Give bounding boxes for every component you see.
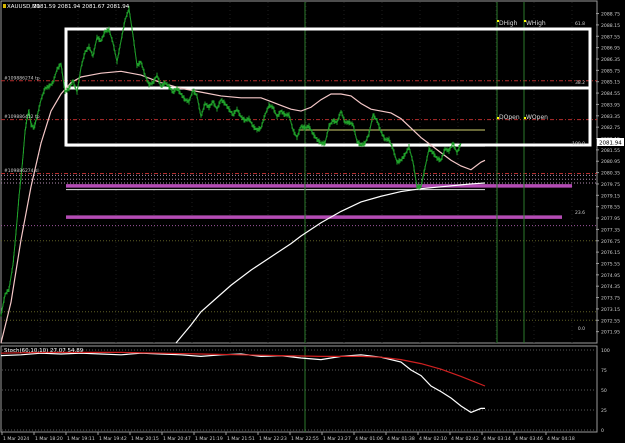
price-tick-label: 2074.35: [601, 284, 620, 290]
time-axis: 1 Mar 2024 1 Mar 18:20 1 Mar 19:11 1 Mar 19…: [1, 432, 575, 442]
time-label: 1 Mar 21:19: [195, 436, 223, 442]
price-tick-label: 2086.35: [601, 57, 620, 63]
price-tick-label: 2083.95: [601, 102, 620, 108]
price-tick-label: 2079.15: [601, 193, 620, 199]
price-tick-label: 2085.75: [601, 68, 620, 74]
price-tick-label: 2071.95: [601, 330, 620, 336]
time-label: 1 Mar 22:23: [259, 436, 287, 442]
indicator-level-label: 25: [601, 408, 607, 414]
price-tick-label: 2088.75: [601, 12, 620, 18]
indicator-level-label: 75: [601, 368, 607, 374]
price-tick-label: 2073.75: [601, 296, 620, 302]
marker-dhigh: DHigh: [499, 20, 518, 27]
time-label: 1 Mar 20:15: [131, 436, 159, 442]
chart-frame: [0, 0, 598, 344]
price-tick-label: 2074.95: [601, 273, 620, 279]
marker-dopen: DOpen: [499, 114, 520, 121]
time-label: 4 Mar 01:06: [355, 436, 383, 442]
price-tick-label: 2077.35: [601, 227, 620, 233]
time-label: 1 Mar 23:27: [323, 436, 351, 442]
marker-wopen-dot: [524, 117, 526, 119]
price-tick-label: 2080.95: [601, 159, 620, 165]
time-label: 1 Mar 21:51: [227, 436, 255, 442]
price-tick-label: 2085.15: [601, 80, 620, 86]
time-label: 4 Mar 01:38: [387, 436, 415, 442]
time-label: 1 Mar 22:55: [291, 436, 319, 442]
level-label: #109886412 tp: [4, 114, 40, 120]
fib-label: 23.6: [575, 210, 585, 216]
indicator-header: Stoch(60,10,10) 27.07 54.89: [4, 348, 84, 354]
time-label: 4 Mar 02:42: [451, 436, 479, 442]
price-tick-label: 2076.75: [601, 239, 620, 245]
marker-whigh: WHigh: [526, 20, 546, 27]
time-label: 1 Mar 19:42: [99, 436, 127, 442]
indicator-axis: 100 75 50 25 0: [601, 348, 610, 434]
price-tick-label: 2082.75: [601, 125, 620, 131]
time-label: 1 Mar 19:11: [67, 436, 95, 442]
price-tick-label: 2088.15: [601, 23, 620, 29]
indicator-level-label: 100: [601, 348, 610, 354]
indicator-level-label: 0: [601, 428, 604, 434]
level-label: #109886274 tp: [4, 75, 40, 81]
price-tick-label: 2077.95: [601, 216, 620, 222]
header-marker: [3, 4, 6, 8]
price-tick-label: 2079.75: [601, 182, 620, 188]
chart-canvas: 2088.75 2088.15 2087.55 2086.95 2086.35 2085.…: [0, 0, 624, 442]
price-tick-label: 2087.55: [601, 34, 620, 40]
marker-whigh-dot: [524, 20, 526, 22]
fib-label: 0.0: [578, 326, 585, 332]
price-axis: 2088.75 2088.15 2087.55 2086.95 2086.35 2085.…: [596, 12, 620, 336]
time-label: 1 Mar 20:47: [163, 436, 191, 442]
price-tick-label: 2073.15: [601, 307, 620, 313]
time-label: 4 Mar 04:18: [547, 436, 575, 442]
price-tick-label: 2076.15: [601, 250, 620, 256]
price-tick-label: 2078.55: [601, 205, 620, 211]
price-tick-label: 2084.55: [601, 91, 620, 97]
ohlc-header: 2081.59 2081.94 2081.67 2081.94: [33, 4, 130, 10]
price-tick-label: 2072.55: [601, 318, 620, 324]
indicator-frame: [0, 345, 598, 433]
time-label: 4 Mar 03:14: [483, 436, 511, 442]
price-tick-label: 2086.95: [601, 46, 620, 52]
time-label: 1 Mar 18:20: [35, 436, 63, 442]
current-price-label: 2081.94: [599, 141, 622, 147]
price-tick-label: 2080.35: [601, 171, 620, 177]
marker-dhigh-dot: [497, 20, 499, 22]
fib-label: 61.8: [575, 21, 585, 27]
fib-label: 100.0: [572, 141, 585, 147]
time-label: 1 Mar 2024: [3, 436, 29, 442]
time-label: 4 Mar 02:10: [419, 436, 447, 442]
fib-label: 38.2: [575, 80, 585, 86]
level-label: #109886274 sl: [4, 168, 39, 174]
price-tick-label: 2081.55: [601, 148, 620, 154]
marker-wopen: WOpen: [526, 114, 548, 121]
time-label: 4 Mar 03:46: [515, 436, 543, 442]
marker-dopen-dot: [497, 117, 499, 119]
price-tick-label: 2083.35: [601, 114, 620, 120]
price-tick-label: 2075.55: [601, 261, 620, 267]
indicator-level-label: 50: [601, 388, 607, 394]
